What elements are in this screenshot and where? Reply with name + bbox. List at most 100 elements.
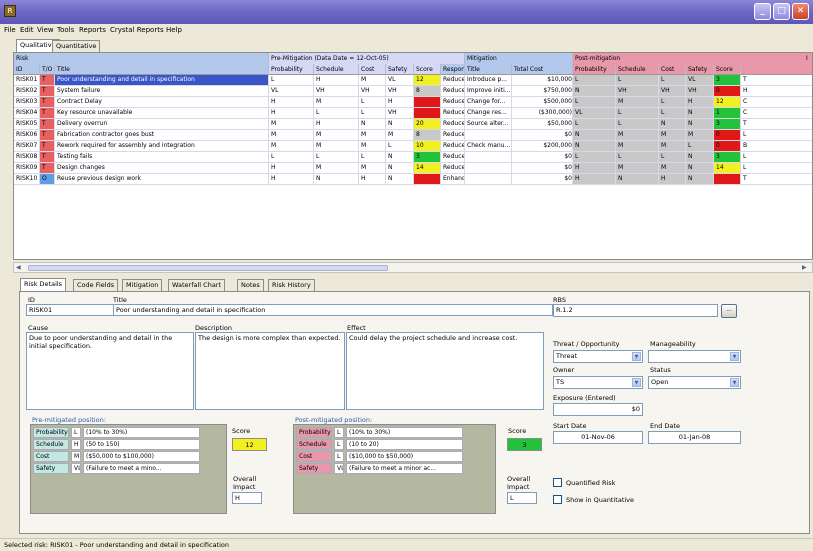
grid-cell[interactable]: H [269, 174, 314, 185]
grid-cell[interactable]: ($300,000) [512, 108, 573, 119]
pre-overall-impact-field[interactable]: H [232, 492, 262, 504]
grid-cell[interactable]: RISK07 [14, 141, 40, 152]
grid-cell[interactable]: Check manu... [465, 141, 512, 152]
grid-cell[interactable]: H [314, 75, 359, 86]
grid-cell[interactable]: L [573, 119, 616, 130]
maximize-button[interactable]: □ [773, 3, 790, 20]
grid-cell[interactable]: L [616, 119, 659, 130]
grid-cell[interactable]: H [659, 174, 686, 185]
grid-cell[interactable]: RISK05 [14, 119, 40, 130]
position-factor-value[interactable]: (Failure to meet a minor ac... [346, 463, 463, 474]
scroll-left-icon[interactable]: ◀ [16, 264, 21, 271]
start-date-field[interactable]: 01-Nov-06 [553, 431, 643, 444]
grid-cell[interactable]: VL [573, 108, 616, 119]
grid-cell[interactable]: $500,000 [512, 97, 573, 108]
column-header[interactable]: Title [465, 64, 512, 75]
grid-cell[interactable]: 20 [414, 119, 441, 130]
grid-cell[interactable]: $200,000 [512, 141, 573, 152]
column-header[interactable]: Cost [659, 64, 686, 75]
position-factor-value[interactable]: L [71, 427, 81, 438]
grid-cell[interactable]: Source alter... [465, 119, 512, 130]
menu-view[interactable]: View [37, 26, 54, 34]
chevron-down-icon[interactable]: ▼ [632, 378, 641, 387]
grid-cell[interactable]: M [359, 75, 386, 86]
exposure-field[interactable]: $0 [553, 403, 643, 416]
grid-cell[interactable]: 3 [714, 152, 741, 163]
grid-cell[interactable]: VH [386, 108, 414, 119]
grid-cell[interactable]: M [616, 97, 659, 108]
grid-cell[interactable]: H [386, 97, 414, 108]
grid-cell[interactable]: H [314, 119, 359, 130]
grid-cell[interactable]: Reduce [441, 97, 465, 108]
position-factor-value[interactable]: (50 to 150) [83, 439, 200, 450]
grid-cell[interactable]: Improve initi... [465, 86, 512, 97]
grid-cell[interactable]: L [359, 108, 386, 119]
grid-cell[interactable]: $750,000 [512, 86, 573, 97]
grid-cell[interactable]: L [659, 75, 686, 86]
grid-cell[interactable]: VH [314, 86, 359, 97]
grid-cell[interactable]: VL [386, 75, 414, 86]
rbs-browse-button[interactable]: ... [721, 304, 737, 318]
grid-cell[interactable]: Reuse previous design work [55, 174, 269, 185]
grid-cell[interactable]: RISK08 [14, 152, 40, 163]
grid-cell[interactable]: H [573, 174, 616, 185]
grid-cell[interactable]: L [573, 152, 616, 163]
column-header[interactable] [741, 64, 812, 75]
grid-cell[interactable]: RISK01 [14, 75, 40, 86]
grid-cell[interactable]: T [40, 108, 55, 119]
grid-cell[interactable] [414, 174, 441, 185]
grid-cell[interactable]: T [741, 119, 812, 130]
grid-cell[interactable]: Testing fails [55, 152, 269, 163]
manageability-select[interactable]: ▼ [648, 350, 741, 363]
grid-cell[interactable]: L [741, 163, 812, 174]
owner-select[interactable]: TS ▼ [553, 376, 643, 389]
column-header[interactable]: Probability [269, 64, 314, 75]
grid-cell[interactable]: Key resource unavailable [55, 108, 269, 119]
menu-tools[interactable]: Tools [57, 26, 74, 34]
grid-cell[interactable]: H [686, 97, 714, 108]
tab-mitigation[interactable]: Mitigation [122, 279, 163, 291]
grid-cell[interactable]: 14 [714, 163, 741, 174]
grid-cell[interactable]: O [40, 174, 55, 185]
menu-file[interactable]: File [4, 26, 16, 34]
quantified-risk-checkbox[interactable] [553, 478, 562, 487]
grid-cell[interactable]: N [573, 141, 616, 152]
chevron-down-icon[interactable]: ▼ [730, 378, 739, 387]
position-factor-value[interactable]: (10% to 30%) [83, 427, 200, 438]
position-factor-value[interactable]: ($10,000 to $50,000) [346, 451, 463, 462]
tab-risk-history[interactable]: Risk History [268, 279, 315, 291]
grid-cell[interactable]: 14 [414, 163, 441, 174]
grid-cell[interactable]: Reduce [441, 130, 465, 141]
grid-cell[interactable]: L [359, 97, 386, 108]
cause-field[interactable]: Due to poor understanding and detail in … [26, 332, 194, 410]
grid-cell[interactable]: 3 [714, 119, 741, 130]
position-factor-value[interactable]: VL [71, 463, 81, 474]
grid-cell[interactable]: RISK02 [14, 86, 40, 97]
column-header[interactable]: Safety [386, 64, 414, 75]
grid-cell[interactable]: T [741, 75, 812, 86]
grid-cell[interactable]: L [686, 141, 714, 152]
menu-crystal-reports[interactable]: Crystal Reports [110, 26, 164, 34]
grid-cell[interactable]: RISK04 [14, 108, 40, 119]
threat-opportunity-select[interactable]: Threat ▼ [553, 350, 643, 363]
grid-cell[interactable]: M [359, 130, 386, 141]
title-field[interactable]: Poor understanding and detail in specifi… [113, 304, 553, 316]
grid-cell[interactable]: 8 [414, 86, 441, 97]
grid-cell[interactable]: VH [686, 86, 714, 97]
grid-cell[interactable]: Reduce [441, 119, 465, 130]
rbs-field[interactable]: R.1.2 [553, 304, 718, 317]
grid-cell[interactable]: L [616, 152, 659, 163]
grid-cell[interactable]: RISK09 [14, 163, 40, 174]
column-header[interactable]: Response [441, 64, 465, 75]
grid-cell[interactable]: Introduce p... [465, 75, 512, 86]
grid-cell[interactable]: M [659, 141, 686, 152]
grid-cell[interactable]: Reduce [441, 75, 465, 86]
description-field[interactable]: The design is more complex than expected… [195, 332, 345, 410]
grid-cell[interactable]: M [269, 119, 314, 130]
grid-cell[interactable]: M [314, 130, 359, 141]
position-factor-value[interactable]: (10% to 30%) [346, 427, 463, 438]
grid-cell[interactable]: Contract Delay [55, 97, 269, 108]
column-header[interactable]: ID [14, 64, 40, 75]
horizontal-scrollbar[interactable]: ◀ ▶ [13, 262, 813, 273]
grid-cell[interactable]: N [573, 86, 616, 97]
